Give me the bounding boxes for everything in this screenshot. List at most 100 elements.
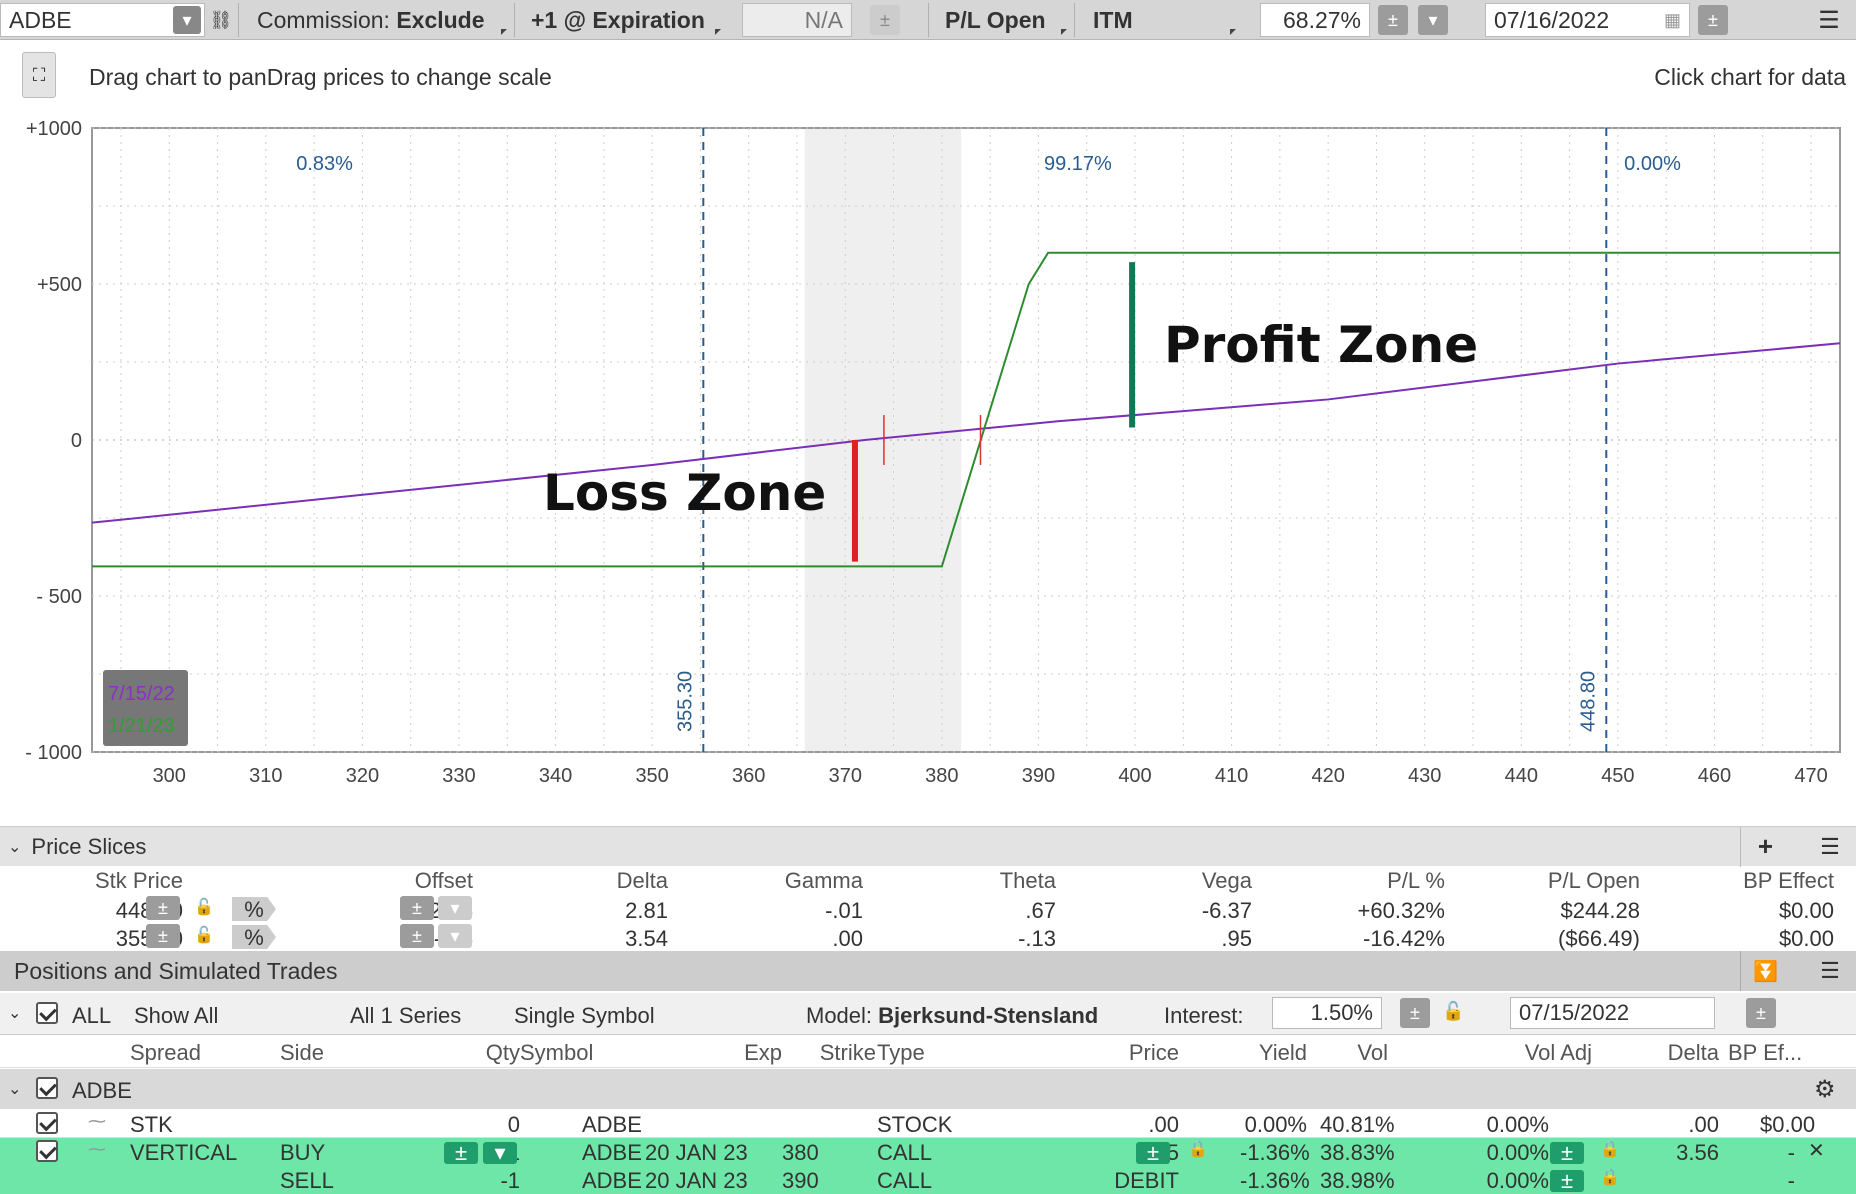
probability-dropdown[interactable]: ▾: [1418, 3, 1452, 37]
date-input[interactable]: 07/16/2022 ▦: [1485, 3, 1690, 37]
x-tick-label: 460: [1698, 765, 1731, 787]
lock-icon[interactable]: 🔒: [1600, 1167, 1620, 1187]
expiration-label: +1 @ Expiration: [531, 6, 705, 33]
commission-selector[interactable]: Commission: Exclude: [238, 3, 510, 37]
lock-icon[interactable]: 🔒: [1600, 1139, 1620, 1159]
itm-selector[interactable]: ITM: [1074, 3, 1239, 37]
all-label: ALL: [72, 1003, 112, 1028]
lock-icon[interactable]: 🔓: [1442, 1001, 1464, 1022]
offset-stepper[interactable]: ±: [400, 896, 434, 920]
col-bp-effect[interactable]: BP Ef...: [1728, 1040, 1802, 1066]
interest-stepper[interactable]: ±: [1400, 998, 1430, 1028]
col-symbol[interactable]: Symbol: [520, 1040, 593, 1066]
na-field[interactable]: N/A: [742, 3, 852, 37]
all-checkbox[interactable]: [36, 1002, 58, 1030]
price-slices-header[interactable]: ⌄ Price Slices + ☰: [0, 826, 1856, 867]
qty-dropdown[interactable]: ▾: [483, 1140, 517, 1166]
position-row[interactable]: SELL -1 ADBE 20 JAN 23 390 CALL DEBIT -1.36% 38.…: [0, 1166, 1856, 1194]
pl-open-selector[interactable]: P/L Open: [928, 3, 1070, 37]
pos-vol: 38.98%: [1320, 1168, 1395, 1193]
col-side[interactable]: Side: [280, 1040, 324, 1066]
offset-type-selector[interactable]: %: [232, 897, 276, 921]
probability-input[interactable]: 68.27%: [1260, 3, 1370, 37]
qty-stepper[interactable]: ±: [444, 1140, 478, 1166]
col-strike[interactable]: Strike: [800, 1040, 876, 1066]
expiration-selector[interactable]: +1 @ Expiration: [514, 3, 724, 37]
group-row-adbe[interactable]: ⌄ ADBE ⚙: [0, 1069, 1856, 1109]
header-stk-price[interactable]: Stk Price: [0, 868, 183, 894]
price-slice-row[interactable]: 355.30%-5%3.54.00-.13.95-16.42%($66.49)$…: [0, 924, 1856, 952]
col-type[interactable]: Type: [877, 1040, 925, 1066]
chart-icon[interactable]: ⁓: [88, 1111, 106, 1132]
col-delta[interactable]: Delta: [1640, 1040, 1719, 1066]
lock-icon[interactable]: 🔒: [1188, 1139, 1208, 1159]
offset-type-selector[interactable]: %: [232, 925, 276, 949]
single-symbol-selector[interactable]: Single Symbol: [514, 1003, 655, 1029]
header-offset[interactable]: Offset: [350, 868, 473, 894]
pos-price: .00: [1148, 1112, 1179, 1137]
price-stepper[interactable]: ±: [146, 924, 180, 948]
price-slice-row[interactable]: 448.80%+20%2.81-.01.67-6.37+60.32%$244.2…: [0, 896, 1856, 924]
collapse-all-icon[interactable]: ⏬: [1740, 951, 1790, 991]
position-row[interactable]: ⁓ STK 0 ADBE STOCK .00 0.00% 40.81% 0.00% .00 $0.0…: [0, 1110, 1856, 1138]
probability-stepper[interactable]: ±: [1378, 3, 1412, 37]
lock-icon[interactable]: 🔓: [194, 897, 214, 917]
x-tick-label: 330: [442, 765, 475, 787]
col-price[interactable]: Price: [1100, 1040, 1179, 1066]
header-pl-pct[interactable]: P/L %: [1320, 868, 1445, 894]
positions-menu-icon[interactable]: ☰: [1810, 958, 1850, 984]
position-row[interactable]: ⁓VERTICALBUY+1ADBE20 JAN 23380CALL4.05-1…: [0, 1138, 1856, 1166]
menu-icon[interactable]: ☰: [1812, 3, 1846, 37]
header-vega[interactable]: Vega: [1125, 868, 1252, 894]
probability-value: 68.27%: [1282, 6, 1361, 33]
positions-date-input[interactable]: 07/15/2022: [1510, 997, 1715, 1029]
na-stepper[interactable]: ±: [870, 3, 904, 37]
positions-header[interactable]: Positions and Simulated Trades ⏬ ☰: [0, 951, 1856, 991]
gear-icon[interactable]: ⚙: [1814, 1075, 1836, 1104]
chart-click-hint: Click chart for data: [1654, 64, 1846, 90]
date-stepper[interactable]: ±: [1698, 3, 1732, 37]
header-delta[interactable]: Delta: [550, 868, 668, 894]
collapse-icon[interactable]: ⌄: [8, 1003, 21, 1023]
offset-dropdown[interactable]: ▾: [438, 924, 472, 948]
pos-voladj: 0.00%: [1486, 1112, 1549, 1137]
symbol-dropdown-button[interactable]: ▾: [172, 3, 202, 37]
chart-icon[interactable]: ⁓: [88, 1139, 106, 1160]
close-icon[interactable]: ✕: [1808, 1138, 1825, 1163]
col-yield[interactable]: Yield: [1240, 1040, 1307, 1066]
col-vol-adj[interactable]: Vol Adj: [1480, 1040, 1592, 1066]
group-checkbox[interactable]: [36, 1077, 58, 1105]
positions-date-stepper[interactable]: ±: [1746, 998, 1776, 1028]
x-tick-label: 430: [1408, 765, 1441, 787]
offset-dropdown[interactable]: ▾: [438, 896, 472, 920]
vol-adj-stepper[interactable]: ±: [1550, 1140, 1584, 1166]
interest-input[interactable]: 1.50%: [1272, 997, 1382, 1029]
offset-stepper[interactable]: ±: [400, 924, 434, 948]
price-stepper[interactable]: ±: [146, 896, 180, 920]
model-selector[interactable]: Model: Bjerksund-Stensland: [806, 1003, 1098, 1029]
header-pl-open[interactable]: P/L Open: [1500, 868, 1640, 894]
price-slices-menu-icon[interactable]: ☰: [1810, 834, 1850, 860]
col-vol[interactable]: Vol: [1320, 1040, 1388, 1066]
link-icon[interactable]: ⛓: [210, 3, 233, 37]
header-theta[interactable]: Theta: [930, 868, 1056, 894]
calendar-icon[interactable]: ▦: [1664, 10, 1681, 31]
col-spread[interactable]: Spread: [130, 1040, 201, 1066]
add-slice-icon[interactable]: +: [1740, 826, 1790, 867]
header-bp-effect[interactable]: BP Effect: [1700, 868, 1834, 894]
vol-adj-stepper[interactable]: ±: [1550, 1168, 1584, 1194]
col-qty[interactable]: Qty: [440, 1040, 520, 1066]
show-all-selector[interactable]: Show All: [134, 1003, 218, 1029]
row-checkbox[interactable]: [36, 1112, 58, 1140]
series-selector[interactable]: All 1 Series: [350, 1003, 461, 1029]
risk-profile-chart[interactable]: +1000 +500 0 - 500 - 1000 300 310 320 330 340 350 3…: [0, 110, 1856, 800]
price-slices-title: Price Slices: [31, 833, 147, 859]
header-gamma[interactable]: Gamma: [740, 868, 863, 894]
col-exp[interactable]: Exp: [700, 1040, 782, 1066]
row-checkbox[interactable]: [36, 1140, 58, 1168]
chart-settings-icon[interactable]: ⛶: [22, 52, 56, 98]
lock-icon[interactable]: 🔓: [194, 925, 214, 945]
collapse-icon[interactable]: ⌄: [8, 1079, 21, 1099]
price-stepper[interactable]: ±: [1136, 1140, 1170, 1166]
collapse-icon[interactable]: ⌄: [8, 837, 21, 857]
